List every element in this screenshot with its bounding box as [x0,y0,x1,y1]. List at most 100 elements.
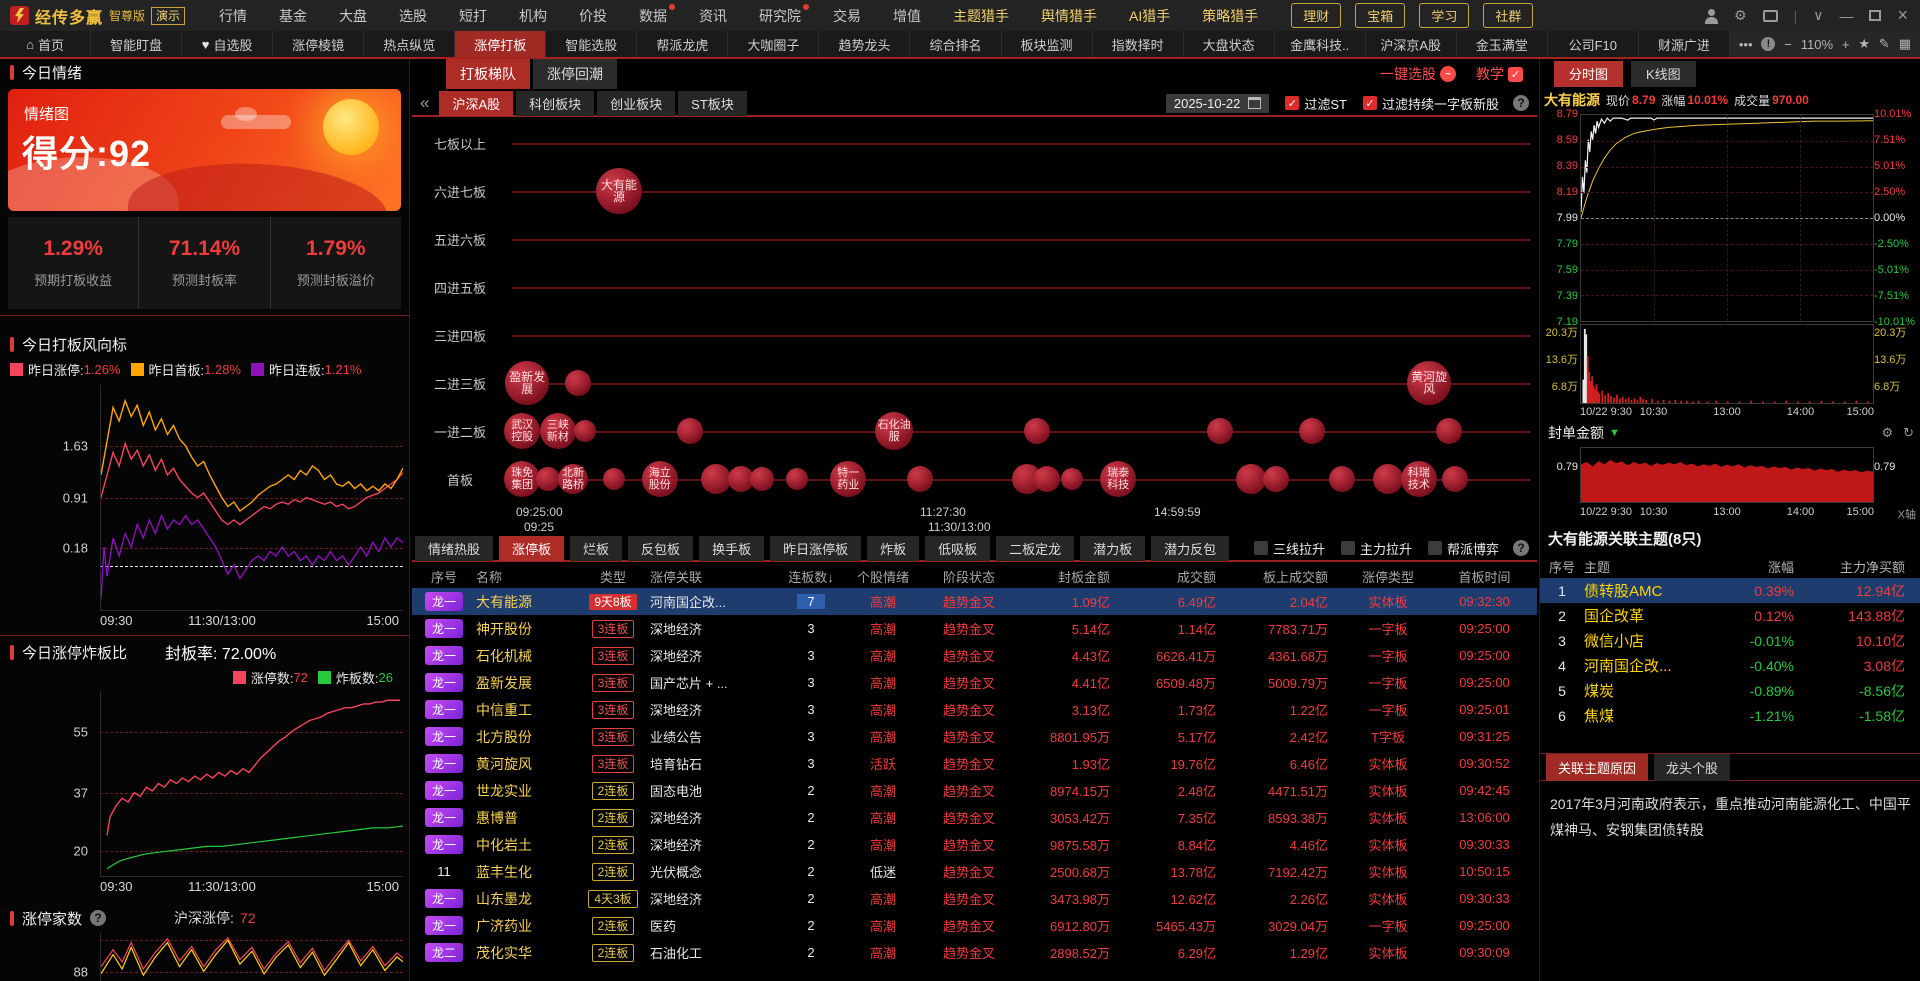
table-row[interactable]: 龙一 神开股份 3连板 深地经济 3 高潮 趋势金叉 5.14亿 1.14亿 7783.71万 一字… [412,615,1537,642]
nav-item[interactable]: 涨停棱镜 [273,31,365,57]
nav-item[interactable]: 智能盯盘 [91,31,183,57]
ladder-bubble[interactable]: 科瑞技术 [1400,461,1437,497]
ladder-bubble[interactable] [749,467,774,491]
collapse-icon[interactable]: « [420,93,429,113]
table-row[interactable]: 龙一 山东墨龙 4天3板 深地经济 2 高潮 趋势金叉 3473.98万 12.62亿 2.26亿… [412,885,1537,912]
ladder-bubble[interactable] [1023,418,1050,444]
tab-reason[interactable]: 关联主题原因 [1546,753,1649,781]
table-tab[interactable]: 涨停板 [499,535,565,561]
menu-item[interactable]: 大盘 [339,6,367,26]
column-header[interactable]: 涨停类型 [1344,567,1432,586]
boxed-menu-item[interactable]: 理财 [1291,3,1342,28]
stock-name-cell[interactable]: 广济药业 [476,916,576,936]
menu-item[interactable]: 短打 [459,6,487,26]
table-row[interactable]: 龙一 大有能源 9天8板 河南国企改... 7 高潮 趋势金叉 1.09亿 6.49亿 2.04亿… [412,588,1537,615]
table-tab[interactable]: 低吸板 [925,535,991,561]
ladder-bubble[interactable] [1235,464,1266,494]
ladder-bubble[interactable]: 石化油服 [875,412,914,450]
zoom-in-button[interactable]: + [1842,37,1850,52]
ladder-bubble[interactable] [677,418,704,444]
column-header[interactable]: 类型 [576,567,650,586]
table-tab[interactable]: 潜力板 [1080,535,1146,561]
one-key-select-button[interactable]: 一键选股 ~ [1380,64,1456,84]
ladder-bubble[interactable]: 大有能源 [595,168,642,214]
nav-item[interactable]: 大咖圈子 [728,31,820,57]
filter-checkbox[interactable]: ✓ 过滤ST [1285,94,1347,113]
nav-item[interactable]: 公司F10 [1548,31,1639,57]
ladder-bubble[interactable] [602,468,625,490]
theme-row[interactable]: 1 债转股AMC 0.39% 12.94亿 [1540,578,1920,603]
user-icon[interactable] [1704,8,1719,24]
ladder-bubble[interactable]: 黄河旋风 [1407,361,1452,405]
nav-item[interactable]: 热点纵览 [364,31,456,57]
table-tab[interactable]: 昨日涨停板 [770,535,862,561]
stock-name-cell[interactable]: 山东墨龙 [476,889,576,909]
table-tab[interactable]: 换手板 [699,535,765,561]
ladder-bubble[interactable] [1263,466,1290,492]
menu-item[interactable]: 策略猎手 [1202,6,1258,26]
menu-item[interactable]: 机构 [519,6,547,26]
help-icon[interactable]: ? [1513,95,1529,111]
ladder-bubble[interactable]: 盈新发展 [505,361,550,405]
ladder-bubble[interactable] [906,466,933,492]
table-row[interactable]: 龙二 茂化实华 2连板 石油化工 2 高潮 趋势金叉 2898.52万 6.29亿 1.29亿 实体… [412,939,1537,966]
ladder-bubble[interactable] [1373,464,1404,494]
table-row[interactable]: 龙一 石化机械 3连板 深地经济 3 高潮 趋势金叉 4.43亿 6626.41万 4361.68… [412,642,1537,669]
ladder-bubble[interactable] [1441,466,1468,492]
table-row[interactable]: 龙一 盈新发展 3连板 国产芯片 + ... 3 高潮 趋势金叉 4.41亿 6509.48万 5… [412,669,1537,696]
ladder-bubble[interactable] [1061,468,1084,490]
table-row[interactable]: 龙一 惠博普 2连板 深地经济 2 高潮 趋势金叉 3053.42万 7.35亿 8593.38万… [412,804,1537,831]
market-subtab[interactable]: 沪深A股 [439,90,514,116]
help-icon[interactable]: ? [1513,540,1529,556]
nav-item[interactable]: 指数择时 [1093,31,1184,57]
tutorial-button[interactable]: 教学 ✓ [1476,64,1523,84]
stock-name-cell[interactable]: 蓝丰生化 [476,862,576,882]
theme-row[interactable]: 4 河南国企改... -0.40% 3.08亿 [1540,653,1920,678]
stock-name-cell[interactable]: 中信重工 [476,700,576,720]
menu-item[interactable]: AI猎手 [1129,6,1170,26]
column-header[interactable]: 涨幅 [1734,557,1810,576]
table-tab[interactable]: 二板定龙 [996,535,1075,561]
date-picker[interactable]: 2025-10-22 [1165,93,1270,113]
nav-item[interactable]: 涨停打板 [455,31,547,57]
chevron-down-icon[interactable]: ∨ [1813,7,1823,24]
gear-icon[interactable]: ⚙ [1734,7,1747,24]
ladder-bubble[interactable]: 北新路桥 [558,464,589,494]
nav-item[interactable]: ♥ 自选股 [182,31,274,57]
boxed-menu-item[interactable]: 社群 [1483,3,1534,28]
minimize-button[interactable]: — [1839,8,1853,24]
tab-ladder[interactable]: 打板梯队 [446,59,530,89]
tab-leader-stock[interactable]: 龙头个股 [1654,753,1731,781]
stock-name-cell[interactable]: 茂化实华 [476,943,576,963]
nav-item[interactable]: 板块监测 [1002,31,1093,57]
ladder-bubble[interactable]: 海立股份 [641,461,678,497]
menu-item[interactable]: 数据 [639,3,676,26]
column-header[interactable]: 板上成交额 [1232,567,1344,586]
table-filter-checkbox[interactable]: 帮派博弈 [1427,539,1499,558]
table-row[interactable]: 龙一 黄河旋风 3连板 培育钻石 3 活跃 趋势金叉 1.93亿 19.76亿 6.46亿 实体板 0… [412,750,1537,777]
refresh-icon[interactable]: ↻ [1903,425,1914,441]
column-header[interactable]: 连板数↓ [778,567,844,586]
stock-name-cell[interactable]: 黄河旋风 [476,754,576,774]
menu-item[interactable]: 交易 [833,6,861,26]
column-header[interactable]: 阶段状态 [922,567,1016,586]
ladder-bubble[interactable] [1033,466,1060,492]
column-header[interactable]: 个股情绪 [844,567,922,586]
ladder-bubble[interactable] [786,468,809,490]
nav-item[interactable]: 财源广进 [1639,31,1730,57]
column-header[interactable]: 主题 [1584,557,1734,576]
ladder-bubble[interactable] [565,370,592,396]
menu-item[interactable]: 选股 [399,6,427,26]
column-header[interactable]: 成交额 [1126,567,1232,586]
menu-item[interactable]: 研究院 [759,3,810,26]
grid-icon[interactable]: ▦ [1899,36,1911,52]
nav-item[interactable]: 金鹰科技.. [1275,31,1366,57]
ladder-bubble[interactable] [574,420,597,442]
stock-name-cell[interactable]: 石化机械 [476,646,576,666]
zoom-out-button[interactable]: − [1784,37,1792,52]
table-filter-checkbox[interactable]: 三线拉升 [1253,539,1325,558]
pencil-icon[interactable]: ✎ [1879,36,1890,52]
theme-row[interactable]: 6 焦煤 -1.21% -1.58亿 [1540,703,1920,728]
table-row[interactable]: 龙一 世龙实业 2连板 固态电池 2 高潮 趋势金叉 8974.15万 2.48亿 4471.51… [412,777,1537,804]
help-icon[interactable]: ? [90,910,107,926]
